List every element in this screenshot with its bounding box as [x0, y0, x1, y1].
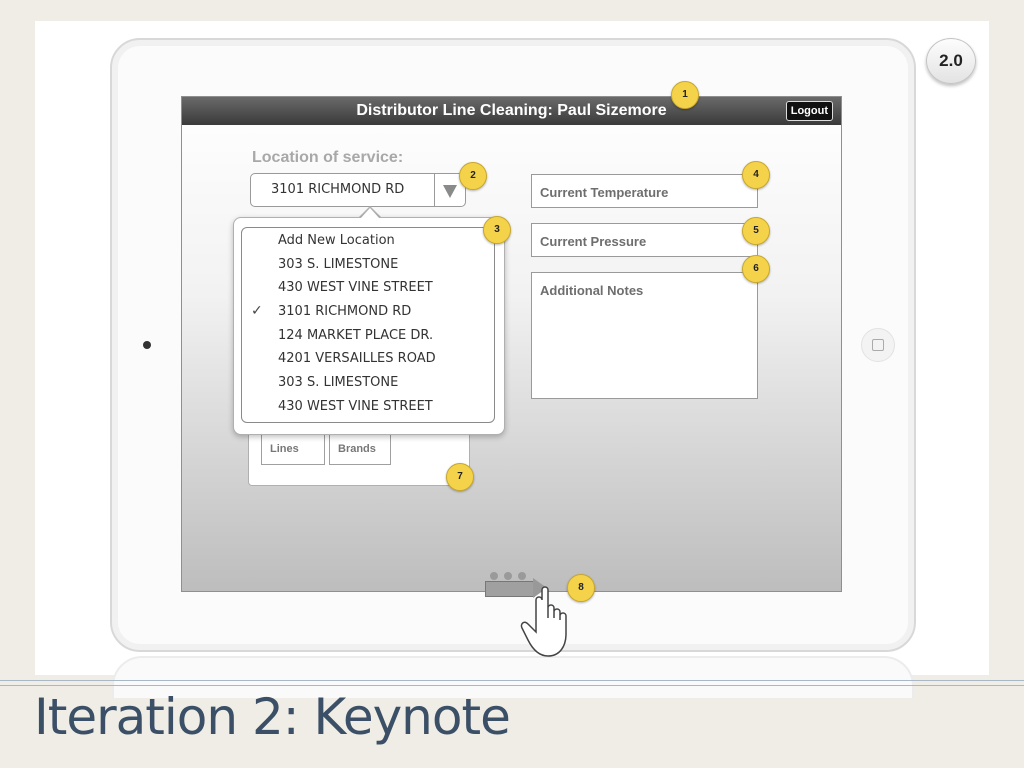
page-dot — [490, 572, 498, 580]
annotation-badge: 3 — [483, 216, 511, 244]
tab-brands[interactable]: Brands — [329, 433, 391, 465]
hand-pointer-icon — [520, 586, 567, 657]
location-select[interactable]: 3101 RICHMOND RD — [250, 173, 466, 207]
location-option-label: 303 S. LIMESTONE — [278, 257, 399, 272]
location-label: Location of service: — [252, 149, 404, 166]
location-option[interactable]: 4201 VERSAILLES ROAD — [242, 347, 494, 370]
slide-divider — [0, 680, 1024, 686]
location-option-label: 303 S. LIMESTONE — [278, 375, 399, 390]
annotation-badge: 5 — [742, 217, 770, 245]
app-title: Distributor Line Cleaning: Paul Sizemore — [356, 102, 667, 119]
annotation-badge: 1 — [671, 81, 699, 109]
page-dot — [504, 572, 512, 580]
triangle-down-icon — [443, 185, 457, 198]
tab-lines[interactable]: Lines — [261, 433, 325, 465]
location-option[interactable]: ✓ 3101 RICHMOND RD — [242, 300, 494, 323]
location-option-label: 4201 VERSAILLES ROAD — [278, 351, 436, 366]
location-option[interactable]: Add New Location — [242, 229, 494, 252]
logout-button[interactable]: Logout — [785, 101, 833, 121]
location-popover: Add New Location 303 S. LIMESTONE 430 WE… — [233, 217, 505, 435]
location-option[interactable]: 303 S. LIMESTONE — [242, 371, 494, 394]
annotation-badge: 8 — [567, 574, 595, 602]
location-option-label: 3101 RICHMOND RD — [278, 304, 412, 319]
slide-title: Iteration 2: Keynote — [34, 688, 511, 746]
location-option-label: 430 WEST VINE STREET — [278, 280, 433, 295]
location-list: Add New Location 303 S. LIMESTONE 430 WE… — [241, 227, 495, 423]
popover-notch-fill — [360, 208, 380, 219]
annotation-badge: 6 — [742, 255, 770, 283]
location-selected-value: 3101 RICHMOND RD — [271, 182, 405, 197]
page-dot — [518, 572, 526, 580]
location-option-label: 124 MARKET PLACE DR. — [278, 328, 434, 343]
temperature-field[interactable]: Current Temperature — [531, 174, 758, 208]
title-bar: Distributor Line Cleaning: Paul Sizemore… — [182, 97, 841, 125]
version-badge: 2.0 — [926, 38, 976, 84]
annotation-badge: 4 — [742, 161, 770, 189]
notes-field[interactable]: Additional Notes — [531, 272, 758, 399]
home-square-icon — [872, 339, 884, 351]
location-option-label: 430 WEST VINE STREET — [278, 399, 433, 414]
camera-dot — [143, 341, 151, 349]
pressure-field[interactable]: Current Pressure — [531, 223, 758, 257]
annotation-badge: 7 — [446, 463, 474, 491]
location-option[interactable]: 430 WEST VINE STREET — [242, 276, 494, 299]
location-option[interactable]: 124 MARKET PLACE DR. — [242, 324, 494, 347]
location-option-label: Add New Location — [278, 233, 395, 248]
location-option[interactable]: 430 WEST VINE STREET — [242, 395, 494, 418]
checkmark-icon: ✓ — [251, 303, 263, 319]
lines-brands-panel: Lines Brands — [248, 433, 470, 486]
home-button[interactable] — [861, 328, 895, 362]
annotation-badge: 2 — [459, 162, 487, 190]
location-option[interactable]: 303 S. LIMESTONE — [242, 253, 494, 276]
